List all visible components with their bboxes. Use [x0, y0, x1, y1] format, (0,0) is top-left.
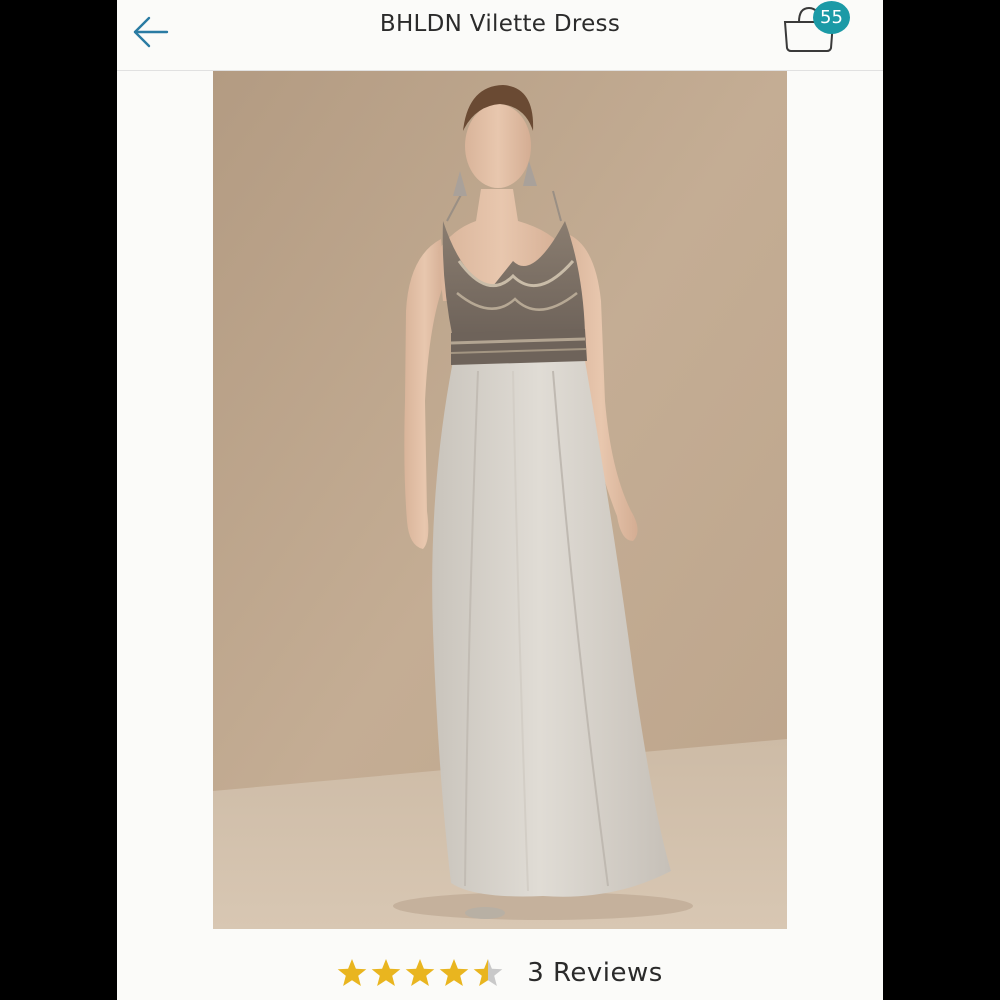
star-full-icon — [371, 959, 401, 986]
app-screen: BHLDN Vilette Dress 55 3 Reviews — [117, 0, 883, 1000]
star-full-icon — [337, 959, 367, 986]
star-full-icon — [439, 959, 469, 986]
reviews-link[interactable]: 3 Reviews — [527, 958, 663, 988]
page-title: BHLDN Vilette Dress — [379, 11, 621, 37]
rating-row[interactable]: 3 Reviews — [117, 950, 883, 996]
cart-count-badge: 55 — [813, 1, 850, 34]
top-bar: BHLDN Vilette Dress 55 — [117, 0, 883, 71]
star-half-icon — [473, 959, 503, 986]
star-full-icon — [405, 959, 435, 986]
star-rating — [337, 958, 503, 988]
dress-model-image — [213, 71, 787, 929]
product-photo[interactable] — [213, 71, 787, 929]
